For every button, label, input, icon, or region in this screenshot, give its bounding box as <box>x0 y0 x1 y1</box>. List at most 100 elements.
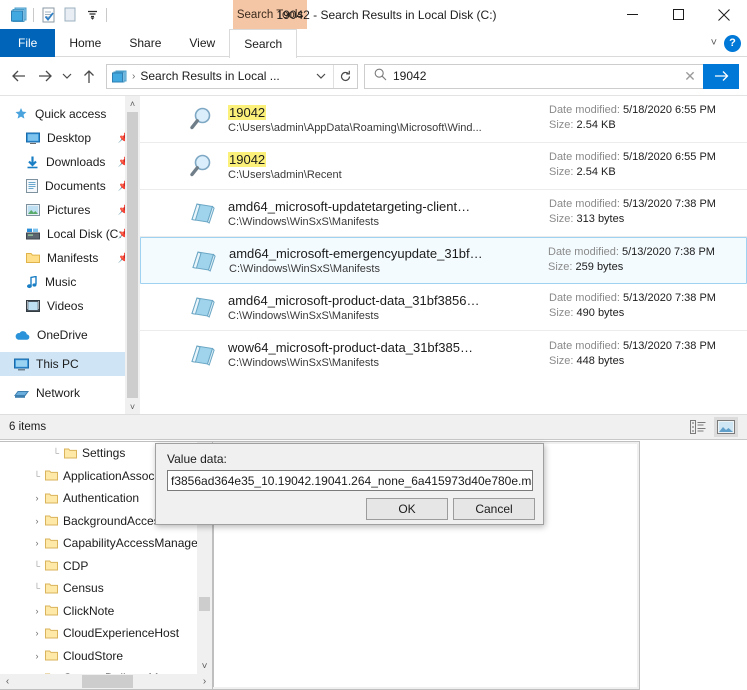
folder-icon <box>45 650 58 661</box>
file-path: C:\Users\admin\Recent <box>228 168 342 181</box>
chevron-right-icon[interactable]: › <box>29 628 45 638</box>
date-modified-label: Date modified: <box>548 245 619 258</box>
chevron-right-icon[interactable]: › <box>29 493 45 503</box>
sidebar-item-label: Downloads <box>46 155 106 169</box>
chevron-right-icon[interactable]: › <box>29 516 45 526</box>
tree-item-cloudexperiencehost[interactable]: › CloudExperienceHost <box>0 622 212 645</box>
customize-qat-icon[interactable] <box>81 4 103 26</box>
date-modified-label: Date modified: <box>549 151 620 163</box>
scrollbar-thumb[interactable] <box>82 675 134 688</box>
breadcrumb[interactable]: › Search Results in Local ... <box>107 69 309 83</box>
properties-icon[interactable] <box>37 4 59 26</box>
table-row[interactable]: amd64_microsoft-emergencyupdate_31bf… C:… <box>140 237 747 284</box>
sidebar-item-quick-access[interactable]: Quick access <box>0 102 140 126</box>
pictures-icon <box>26 204 40 216</box>
tab-file[interactable]: File <box>0 29 56 57</box>
tree-item-clicknote[interactable]: › ClickNote <box>0 600 212 623</box>
file-info: amd64_microsoft-updatetargeting-client… … <box>222 199 549 228</box>
tree-item-capabilityaccessmanager[interactable]: › CapabilityAccessManage <box>0 532 212 555</box>
file-info: 19042 C:\Users\admin\AppData\Roaming\Mic… <box>222 104 549 134</box>
up-button[interactable] <box>76 63 102 89</box>
table-row[interactable]: amd64_microsoft-product-data_31bf3856… C… <box>140 284 747 331</box>
folder-icon <box>45 583 58 594</box>
size-label: Size: <box>549 166 574 178</box>
breadcrumb-current-label: Search Results in Local ... <box>140 69 280 83</box>
table-row[interactable]: 19042 C:\Users\admin\Recent Date modifie… <box>140 143 747 190</box>
search-box[interactable]: 19042 ✕ <box>364 63 739 89</box>
value-data-input[interactable]: f3856ad364e35_10.19042.19041.264_none_6a… <box>167 470 533 491</box>
scroll-left-icon[interactable]: ‹ <box>0 674 15 689</box>
status-bar: 6 items <box>0 414 747 439</box>
sidebar-item-manifests[interactable]: Manifests 📌 <box>0 246 140 270</box>
table-row[interactable]: amd64_microsoft-updatetargeting-client… … <box>140 190 747 237</box>
tab-view[interactable]: View <box>175 29 229 57</box>
tree-item-label: ClickNote <box>63 603 115 618</box>
nav-pane-scrollbar[interactable]: ˄ ˅ <box>125 96 140 414</box>
sidebar-item-this-pc[interactable]: This PC <box>0 352 140 376</box>
onedrive-icon <box>15 330 30 340</box>
videos-icon <box>26 300 40 312</box>
file-metadata: Date modified: 5/18/2020 6:55 PM Size: 2… <box>549 104 747 134</box>
scroll-right-icon[interactable]: › <box>197 674 212 689</box>
maximize-button[interactable] <box>655 0 701 29</box>
address-dropdown-icon[interactable] <box>309 65 333 88</box>
sidebar-item-onedrive[interactable]: OneDrive <box>0 323 140 347</box>
date-modified-value: 5/18/2020 6:55 PM <box>623 151 716 163</box>
ok-button[interactable]: OK <box>366 498 448 520</box>
sidebar-item-downloads[interactable]: Downloads 📌 <box>0 150 140 174</box>
scroll-down-icon[interactable]: ˅ <box>125 399 140 414</box>
tab-home[interactable]: Home <box>55 29 115 57</box>
tab-home-label: Home <box>69 36 102 50</box>
scroll-down-icon[interactable]: ˅ <box>197 661 212 672</box>
sidebar-item-network[interactable]: Network <box>0 381 140 405</box>
tree-item-cdp[interactable]: └ CDP <box>0 555 212 578</box>
search-go-button[interactable] <box>703 63 739 89</box>
new-folder-icon[interactable] <box>59 4 81 26</box>
search-file-icon <box>182 152 222 180</box>
minimize-button[interactable] <box>609 0 655 29</box>
tab-share[interactable]: Share <box>115 29 175 57</box>
search-input[interactable]: 19042 <box>387 69 677 83</box>
tab-search[interactable]: Search <box>229 29 298 58</box>
date-modified-value: 5/13/2020 7:38 PM <box>623 339 716 352</box>
tree-horizontal-scrollbar[interactable]: ‹ › <box>0 674 212 689</box>
scrollbar-thumb[interactable] <box>127 112 138 398</box>
music-icon <box>27 275 37 288</box>
scrollbar-track[interactable] <box>15 674 197 689</box>
file-path: C:\Windows\WinSxS\Manifests <box>228 215 379 228</box>
chevron-down-icon[interactable]: ˅ <box>711 37 717 49</box>
sidebar-item-videos[interactable]: Videos <box>0 294 140 318</box>
refresh-button[interactable] <box>333 64 357 88</box>
sidebar-item-desktop[interactable]: Desktop 📌 <box>0 126 140 150</box>
table-row[interactable]: wow64_microsoft-product-data_31bf385… C:… <box>140 331 747 378</box>
sidebar-item-music[interactable]: Music <box>0 270 140 294</box>
date-modified-value: 5/13/2020 7:38 PM <box>623 198 716 210</box>
tree-item-census[interactable]: └ Census <box>0 577 212 600</box>
explorer-icon[interactable] <box>8 4 30 26</box>
clear-search-icon[interactable]: ✕ <box>677 68 703 85</box>
large-icons-view-button[interactable] <box>714 417 738 437</box>
address-bar[interactable]: › Search Results in Local ... <box>106 63 358 89</box>
date-modified-value: 5/18/2020 6:55 PM <box>623 104 716 116</box>
recent-locations-button[interactable] <box>58 63 76 89</box>
cancel-button[interactable]: Cancel <box>453 498 535 520</box>
tab-search-label: Search <box>244 37 283 51</box>
chevron-right-icon[interactable]: › <box>29 651 45 661</box>
details-view-button[interactable] <box>686 417 710 437</box>
contextual-tab-search-tools[interactable]: Search Tools <box>233 0 307 29</box>
table-row[interactable]: 19042 C:\Users\admin\AppData\Roaming\Mic… <box>140 96 747 143</box>
scroll-up-icon[interactable]: ˄ <box>125 96 140 111</box>
sidebar-item-pictures[interactable]: Pictures 📌 <box>0 198 140 222</box>
scrollbar-thumb[interactable] <box>199 597 210 611</box>
chevron-right-icon[interactable]: › <box>29 538 45 548</box>
tree-item-cloudstore[interactable]: › CloudStore <box>0 645 212 668</box>
close-button[interactable] <box>701 0 747 29</box>
file-name: amd64_microsoft-product-data_31bf3856… <box>228 292 480 308</box>
sidebar-item-documents[interactable]: Documents 📌 <box>0 174 140 198</box>
back-button[interactable] <box>6 63 32 89</box>
chevron-right-icon[interactable]: › <box>29 606 45 616</box>
sidebar-item-local-disk-c[interactable]: Local Disk (C: 📌 <box>0 222 140 246</box>
help-icon[interactable]: ? <box>724 34 741 52</box>
forward-button[interactable] <box>32 63 58 89</box>
file-path: C:\Windows\WinSxS\Manifests <box>228 357 379 369</box>
